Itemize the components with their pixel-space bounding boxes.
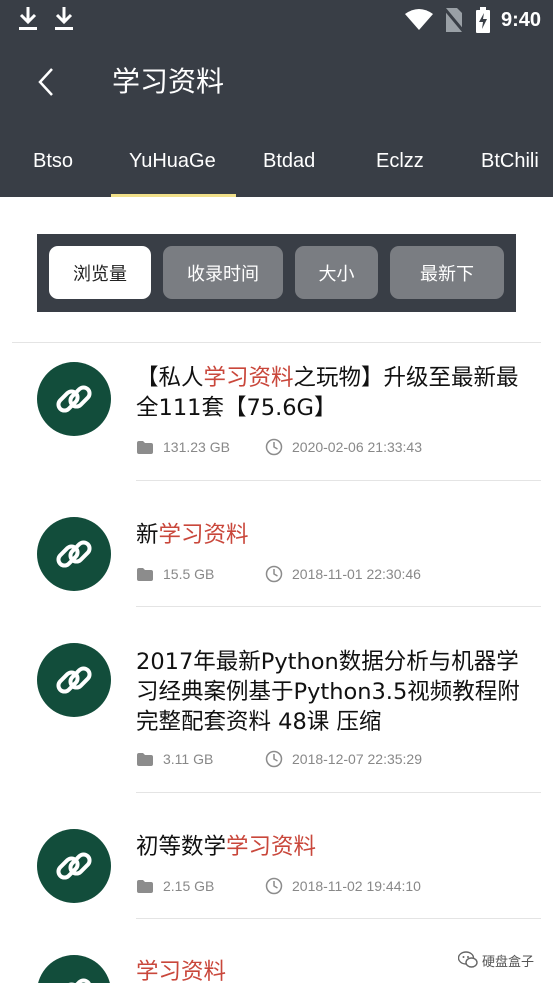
item-size: 3.11 GB [163,751,214,767]
link-icon [56,540,92,568]
folder-icon [136,750,154,768]
item-avatar [37,955,111,983]
link-icon [56,852,92,880]
page-title: 学习资料 [112,65,225,98]
tab-eclzz[interactable]: Eclzz [376,148,424,174]
item-meta: 15.5 GB 2018-11-01 22:30:46 [136,564,421,584]
item-avatar [37,517,111,591]
item-title-highlight: 学习资料 [203,365,294,391]
wechat-icon [458,951,478,968]
clock-icon [265,877,283,895]
item-date: 2020-02-06 21:33:43 [292,439,422,455]
item-avatar [37,829,111,903]
list-item[interactable]: 初等数学学习资料 2.15 GB 2018-11-02 19:44:10 [0,793,553,919]
sort-indexed-time-button[interactable]: 收录时间 [163,246,283,299]
item-title: 初等数学学习资料 [136,832,536,862]
item-title-text: 【私人 [136,365,204,391]
active-tab-indicator [111,194,236,197]
folder-icon [136,877,154,895]
item-title-highlight: 学习资料 [158,522,249,548]
status-bar: 9:40 [0,0,553,40]
tab-btdad[interactable]: Btdad [263,148,315,174]
list-item[interactable]: 【私人学习资料之玩物】升级至最新最全111套【75.6G】 131.23 GB … [0,343,553,481]
item-title: 新学习资料 [136,520,536,550]
item-avatar [37,362,111,436]
folder-icon [136,438,154,456]
link-icon [56,978,92,983]
item-title: 2017年最新Python数据分析与机器学习经典案例基于Python3.5视频教… [136,647,536,737]
sort-latest-button[interactable]: 最新下 [390,246,504,299]
item-title-highlight: 学习资料 [136,959,227,983]
link-icon [56,666,92,694]
app-bar: 学习资料 Btso YuHuaGe Btdad Eclzz BtChili [0,40,553,197]
clock-icon [265,565,283,583]
list-item[interactable]: 2017年最新Python数据分析与机器学习经典案例基于Python3.5视频教… [0,607,553,793]
tab-btso[interactable]: Btso [33,148,73,174]
download-icon [19,7,37,30]
item-meta: 2.15 GB 2018-11-02 19:44:10 [136,876,421,896]
download-icon [55,7,73,30]
wifi-icon [404,9,433,30]
watermark: 硬盘盒子 [458,948,534,972]
source-tabs: Btso YuHuaGe Btdad Eclzz BtChili [0,138,553,197]
status-time: 9:40 [500,8,541,31]
item-date: 2018-12-07 22:35:29 [292,751,422,767]
item-title: 【私人学习资料之玩物】升级至最新最全111套【75.6G】 [136,363,536,423]
item-title-text: 初等数学 [136,834,227,860]
list-item[interactable]: 新学习资料 15.5 GB 2018-11-01 22:30:46 [0,481,553,607]
item-title-text: 新 [136,522,159,548]
sort-views-button[interactable]: 浏览量 [49,246,151,299]
clock-icon [265,438,283,456]
item-size: 131.23 GB [163,439,230,455]
battery-charging-icon [475,7,490,33]
no-sim-icon [442,7,465,33]
item-title-highlight: 学习资料 [226,834,317,860]
folder-icon [136,565,154,583]
tab-yuhuage[interactable]: YuHuaGe [129,148,216,174]
clock-icon [265,750,283,768]
item-avatar [37,643,111,717]
back-button[interactable] [28,62,64,102]
item-date: 2018-11-01 22:30:46 [292,566,421,582]
back-arrow-icon [38,68,53,96]
sort-size-button[interactable]: 大小 [295,246,378,299]
item-title-text: 2017年最新Python数据分析与机器学习经典案例基于Python3.5视频教… [136,649,520,735]
item-date: 2018-11-02 19:44:10 [292,878,421,894]
item-meta: 3.11 GB 2018-12-07 22:35:29 [136,749,422,769]
item-size: 2.15 GB [163,878,215,894]
item-meta: 131.23 GB 2020-02-06 21:33:43 [136,437,422,457]
watermark-text: 硬盘盒子 [482,954,535,970]
link-icon [56,385,92,413]
sort-filter-bar: 浏览量 收录时间 大小 最新下 [37,234,516,312]
tab-btchili[interactable]: BtChili [481,148,539,174]
item-size: 15.5 GB [163,566,215,582]
